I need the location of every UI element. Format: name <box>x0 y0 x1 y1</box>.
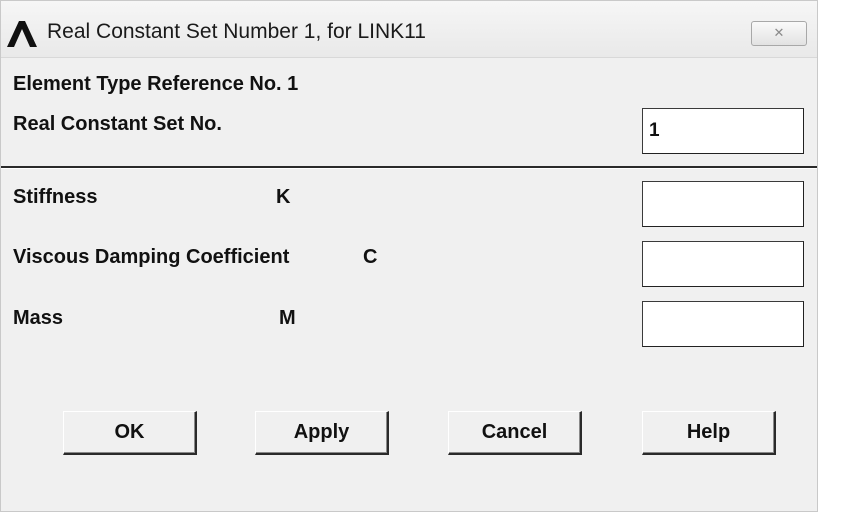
close-button[interactable]: ✕ <box>751 21 807 46</box>
cancel-button[interactable]: Cancel <box>448 411 582 455</box>
dialog-window: Real Constant Set Number 1, for LINK11 ✕… <box>0 0 818 512</box>
stiffness-input[interactable] <box>642 181 804 227</box>
real-constant-set-input[interactable] <box>642 108 804 154</box>
title-bar[interactable]: Real Constant Set Number 1, for LINK11 ✕ <box>1 1 817 58</box>
ansys-logo-icon <box>7 21 37 47</box>
section-divider <box>1 166 817 169</box>
stiffness-label: Stiffness <box>13 186 98 208</box>
viscous-damping-label: Viscous Damping Coefficient <box>13 246 290 268</box>
help-button[interactable]: Help <box>642 411 776 455</box>
viscous-damping-symbol: C <box>363 246 378 268</box>
mass-symbol: M <box>279 307 296 329</box>
window-title: Real Constant Set Number 1, for LINK11 <box>47 20 426 43</box>
close-icon: ✕ <box>773 26 785 41</box>
viscous-damping-input[interactable] <box>642 241 804 287</box>
mass-input[interactable] <box>642 301 804 347</box>
ok-button[interactable]: OK <box>63 411 197 455</box>
mass-label: Mass <box>13 307 64 329</box>
real-constant-set-label: Real Constant Set No. <box>13 113 222 135</box>
element-type-reference: Element Type Reference No. 1 <box>13 73 299 95</box>
apply-button[interactable]: Apply <box>255 411 389 455</box>
stiffness-symbol: K <box>276 186 291 208</box>
